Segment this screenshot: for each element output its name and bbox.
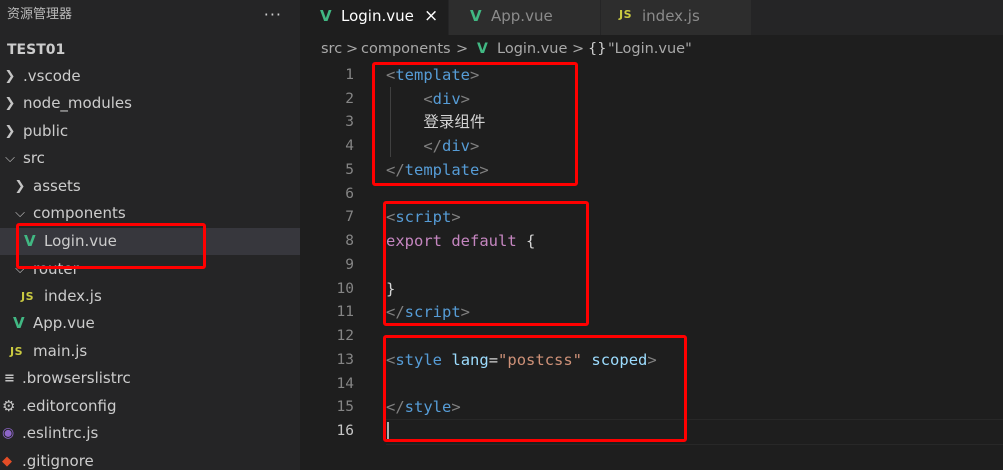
line-number: 14 — [336, 376, 354, 392]
eslint-icon: ◉ — [2, 425, 15, 441]
line-number: 13 — [336, 352, 354, 368]
chevron-right-icon: ❯ — [14, 179, 26, 194]
tree-item-label: .vscode — [23, 67, 81, 85]
tree-item-main-js[interactable]: JS main.js — [0, 338, 300, 365]
code-editor[interactable]: 1 2 3 4 5 6 7 8 9 10 11 12 13 14 15 16 <… — [300, 61, 1003, 470]
js-file-icon: JS — [619, 8, 633, 21]
vue-file-icon: V — [13, 314, 25, 332]
line-number: 5 — [345, 162, 354, 178]
tree-item-label: node_modules — [23, 94, 132, 112]
git-icon: ◆ — [2, 454, 12, 469]
annotation-box — [16, 223, 206, 269]
breadcrumb-separator: > — [346, 41, 359, 57]
breadcrumb-separator: > — [572, 41, 585, 57]
tree-item-index-js[interactable]: JS index.js — [0, 283, 300, 310]
line-number: 2 — [345, 91, 354, 107]
line-number: 15 — [336, 399, 354, 415]
js-file-icon: JS — [21, 290, 35, 303]
line-number: 3 — [345, 114, 354, 130]
explorer-sidebar: 资源管理器 ··· TEST01 ❯ .vscode ❯ node_module… — [0, 0, 300, 470]
line-number-current: 16 — [336, 423, 354, 439]
line-number: 12 — [336, 328, 354, 344]
chevron-right-icon: ❯ — [4, 124, 16, 139]
js-file-icon: JS — [10, 345, 24, 358]
tree-item-src[interactable]: ⌵ src — [0, 145, 300, 172]
tree-item-vscode[interactable]: ❯ .vscode — [0, 63, 300, 90]
explorer-header: 资源管理器 ··· — [0, 0, 300, 30]
breadcrumb-item-components[interactable]: components — [361, 35, 451, 63]
more-actions-icon[interactable]: ··· — [264, 0, 282, 30]
line-number: 9 — [345, 257, 354, 273]
lines-icon: ≡ — [4, 371, 15, 386]
tree-item-eslintrc[interactable]: ◉ .eslintrc.js — [0, 420, 300, 447]
tree-item-label: .browserslistrc — [22, 369, 131, 387]
tree-item-label: main.js — [33, 342, 88, 360]
tree-item-label: App.vue — [33, 314, 95, 332]
breadcrumb-symbol[interactable]: "Login.vue" — [608, 35, 692, 63]
vue-file-icon: V — [470, 7, 482, 25]
annotation-box — [383, 335, 687, 442]
tree-item-app-vue[interactable]: V App.vue — [0, 310, 300, 337]
tree-item-label: index.js — [44, 287, 102, 305]
close-icon[interactable]: × — [424, 0, 438, 32]
breadcrumb: src > components > V Login.vue > {} "Log… — [300, 35, 1003, 61]
breadcrumb-separator: > — [456, 41, 469, 57]
braces-icon: {} — [588, 41, 607, 57]
chevron-right-icon: ❯ — [4, 69, 16, 84]
tree-item-gitignore[interactable]: ◆ .gitignore — [0, 448, 300, 470]
line-number: 6 — [345, 186, 354, 202]
tree-item-label: .editorconfig — [22, 397, 117, 415]
line-number: 1 — [345, 67, 354, 83]
tree-item-label: .eslintrc.js — [22, 424, 99, 442]
line-number: 11 — [336, 304, 354, 320]
chevron-down-icon: ⌵ — [5, 151, 15, 166]
explorer-title: 资源管理器 — [7, 7, 73, 22]
line-number: 8 — [345, 233, 354, 249]
tree-item-assets[interactable]: ❯ assets — [0, 173, 300, 200]
line-number: 10 — [336, 281, 354, 297]
vue-file-icon: V — [477, 41, 488, 57]
tree-item-node-modules[interactable]: ❯ node_modules — [0, 90, 300, 117]
tab-label: index.js — [642, 7, 700, 25]
tab-login-vue[interactable]: V Login.vue × — [300, 0, 448, 35]
editor-tab-bar: V Login.vue × V App.vue JS index.js — [300, 0, 1003, 35]
tree-item-public[interactable]: ❯ public — [0, 118, 300, 145]
chevron-right-icon: ❯ — [4, 96, 16, 111]
tree-item-editorconfig[interactable]: ⚙ .editorconfig — [0, 393, 300, 420]
breadcrumb-item-src[interactable]: src — [321, 35, 342, 63]
line-number: 4 — [345, 138, 354, 154]
tab-app-vue[interactable]: V App.vue — [449, 0, 600, 35]
tab-label: App.vue — [491, 7, 553, 25]
breadcrumb-item-login-vue[interactable]: Login.vue — [497, 35, 567, 63]
annotation-box — [372, 62, 578, 186]
vue-file-icon: V — [320, 7, 332, 25]
gear-icon: ⚙ — [2, 397, 16, 415]
tree-item-label: .gitignore — [22, 452, 94, 470]
tab-label: Login.vue — [341, 7, 414, 25]
line-number: 7 — [345, 209, 354, 225]
tree-item-browserslistrc[interactable]: ≡ .browserslistrc — [0, 365, 300, 392]
tab-index-js[interactable]: JS index.js — [601, 0, 751, 35]
project-root[interactable]: TEST01 — [0, 30, 300, 65]
tree-item-label: assets — [33, 177, 81, 195]
tree-item-label: public — [23, 122, 69, 140]
annotation-box — [383, 201, 589, 326]
tree-item-label: src — [23, 149, 45, 167]
